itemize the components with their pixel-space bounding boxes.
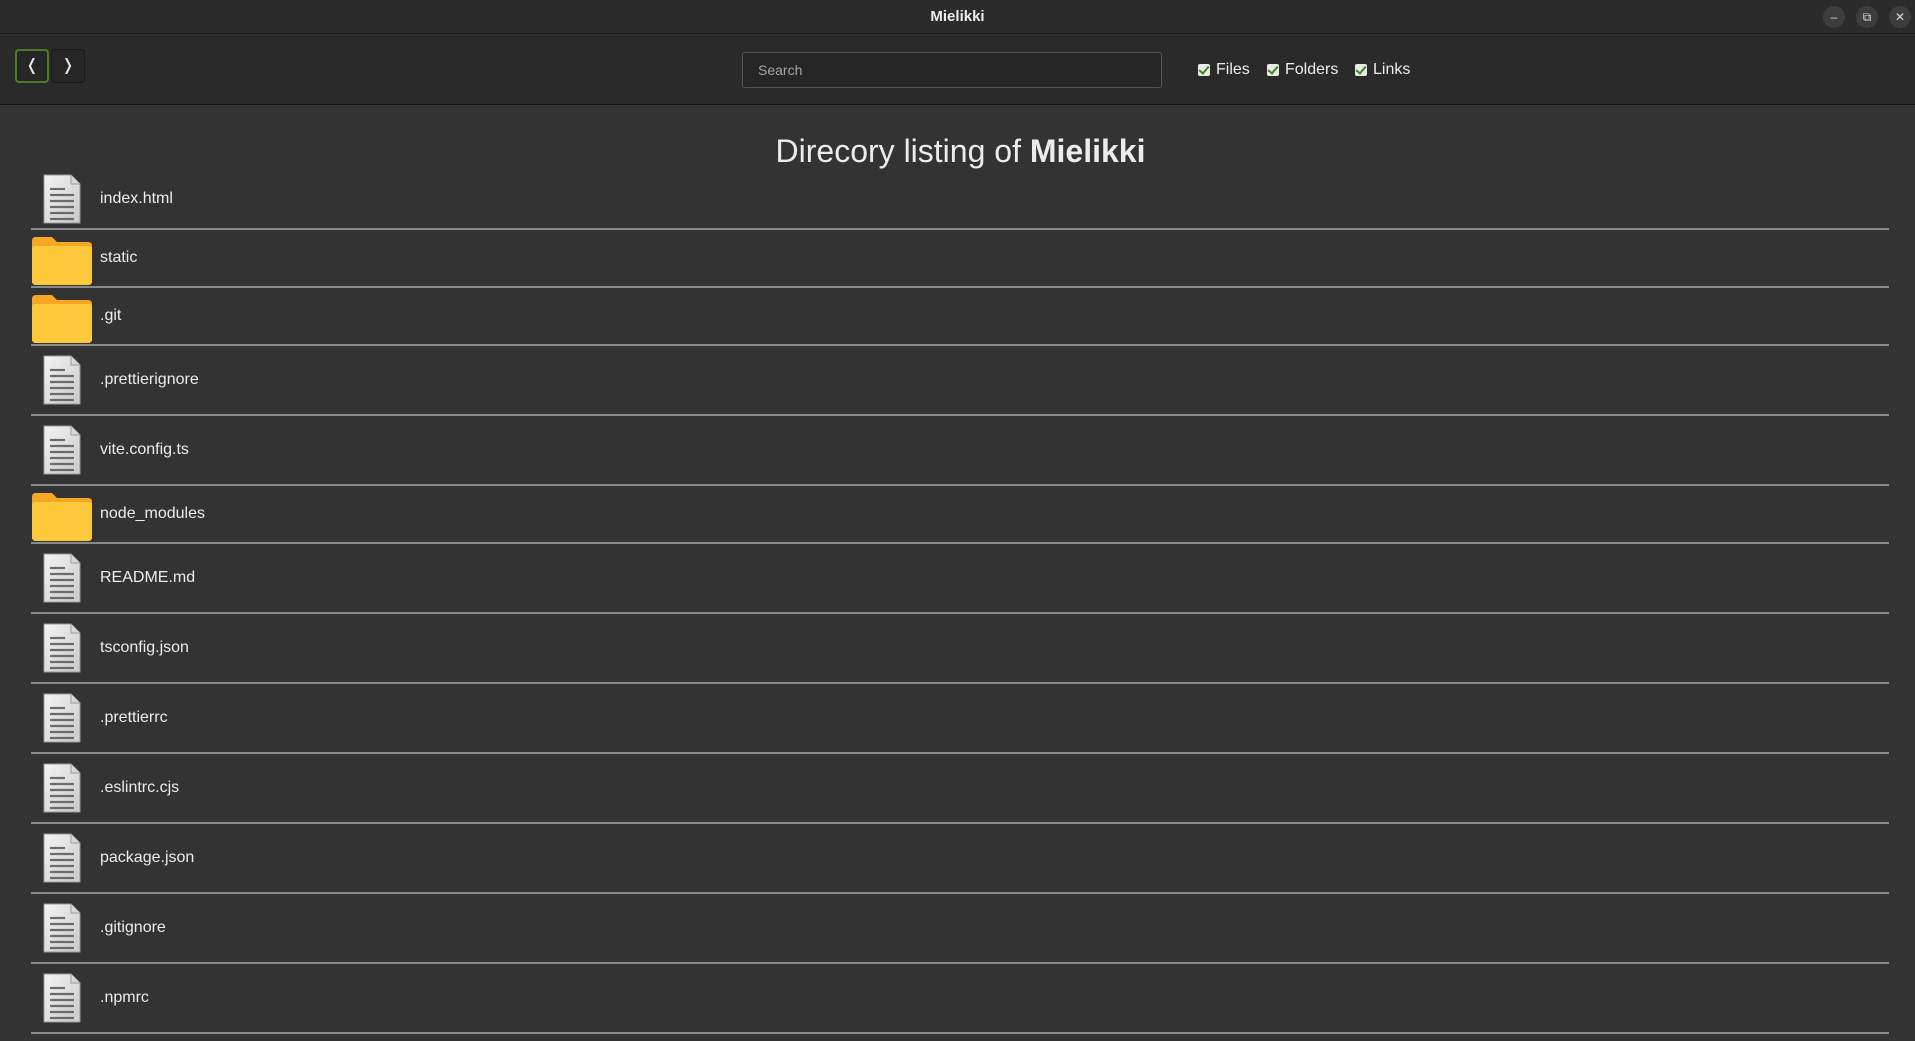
file-icon bbox=[43, 425, 81, 475]
close-icon[interactable]: ✕ bbox=[1889, 6, 1911, 28]
file-icon bbox=[43, 903, 81, 953]
minimize-icon[interactable]: – bbox=[1823, 6, 1845, 28]
file-icon bbox=[43, 763, 81, 813]
entry-name[interactable]: tsconfig.json bbox=[100, 639, 189, 657]
checkbox-checked-icon[interactable] bbox=[1355, 64, 1367, 76]
files-filter-label: Files bbox=[1216, 61, 1250, 78]
folder-row[interactable]: node_modules bbox=[31, 486, 1889, 544]
folder-row[interactable]: .git bbox=[31, 288, 1889, 346]
entry-name[interactable]: README.md bbox=[100, 569, 195, 587]
folder-row[interactable]: static bbox=[31, 230, 1889, 288]
file-row[interactable]: .gitignore bbox=[31, 894, 1889, 964]
links-filter-label: Links bbox=[1373, 61, 1411, 78]
file-row[interactable]: .prettierignore bbox=[31, 346, 1889, 416]
back-button[interactable]: ❬ bbox=[15, 49, 49, 83]
entry-name[interactable]: package.json bbox=[100, 849, 194, 867]
file-icon bbox=[43, 623, 81, 673]
entry-name[interactable]: .prettierignore bbox=[100, 371, 199, 389]
entry-name[interactable]: static bbox=[100, 249, 137, 267]
folder-icon bbox=[32, 493, 92, 541]
forward-button[interactable]: ❭ bbox=[51, 49, 85, 83]
maximize-icon[interactable]: ⧉ bbox=[1856, 6, 1878, 28]
page-title-prefix: Direcory listing of bbox=[775, 133, 1030, 169]
window-title: Mielikki bbox=[930, 8, 985, 25]
file-row[interactable]: tsconfig.json bbox=[31, 614, 1889, 684]
checkbox-checked-icon[interactable] bbox=[1198, 64, 1210, 76]
file-icon bbox=[43, 833, 81, 883]
entry-name[interactable]: .eslintrc.cjs bbox=[100, 779, 179, 797]
file-row[interactable]: .eslintrc.cjs bbox=[31, 754, 1889, 824]
folders-filter-label: Folders bbox=[1285, 61, 1339, 78]
entry-name[interactable]: .gitignore bbox=[100, 919, 166, 937]
title-bar: Mielikki – ⧉ ✕ bbox=[0, 0, 1915, 34]
checkbox-checked-icon[interactable] bbox=[1267, 64, 1279, 76]
file-icon bbox=[43, 693, 81, 743]
file-row[interactable]: .prettierrc bbox=[31, 684, 1889, 754]
file-row[interactable]: README.md bbox=[31, 544, 1889, 614]
toolbar: ❬ ❭ Files Folders Links bbox=[0, 35, 1915, 105]
search-input[interactable] bbox=[742, 52, 1162, 88]
entry-name[interactable]: .npmrc bbox=[100, 989, 149, 1007]
file-row[interactable]: index.html bbox=[31, 170, 1889, 230]
folder-icon bbox=[32, 295, 92, 343]
folder-icon bbox=[32, 237, 92, 285]
files-filter-checkbox[interactable]: Files bbox=[1198, 59, 1250, 81]
file-icon bbox=[43, 973, 81, 1023]
directory-listing: index.html static .git .prettierignore vite.… bbox=[31, 170, 1889, 1034]
folders-filter-checkbox[interactable]: Folders bbox=[1267, 59, 1338, 81]
links-filter-checkbox[interactable]: Links bbox=[1355, 59, 1410, 81]
file-icon bbox=[43, 174, 81, 224]
entry-name[interactable]: vite.config.ts bbox=[100, 441, 189, 459]
file-row[interactable]: .npmrc bbox=[31, 964, 1889, 1034]
entry-name[interactable]: .git bbox=[100, 307, 121, 325]
page-title-folder: Mielikki bbox=[1029, 133, 1146, 169]
page-title: Direcory listing of Mielikki bbox=[0, 133, 1915, 170]
file-row[interactable]: vite.config.ts bbox=[31, 416, 1889, 486]
entry-name[interactable]: node_modules bbox=[100, 505, 205, 523]
entry-name[interactable]: index.html bbox=[100, 190, 173, 208]
file-icon bbox=[43, 355, 81, 405]
file-icon bbox=[43, 553, 81, 603]
file-row[interactable]: package.json bbox=[31, 824, 1889, 894]
entry-name[interactable]: .prettierrc bbox=[100, 709, 168, 727]
